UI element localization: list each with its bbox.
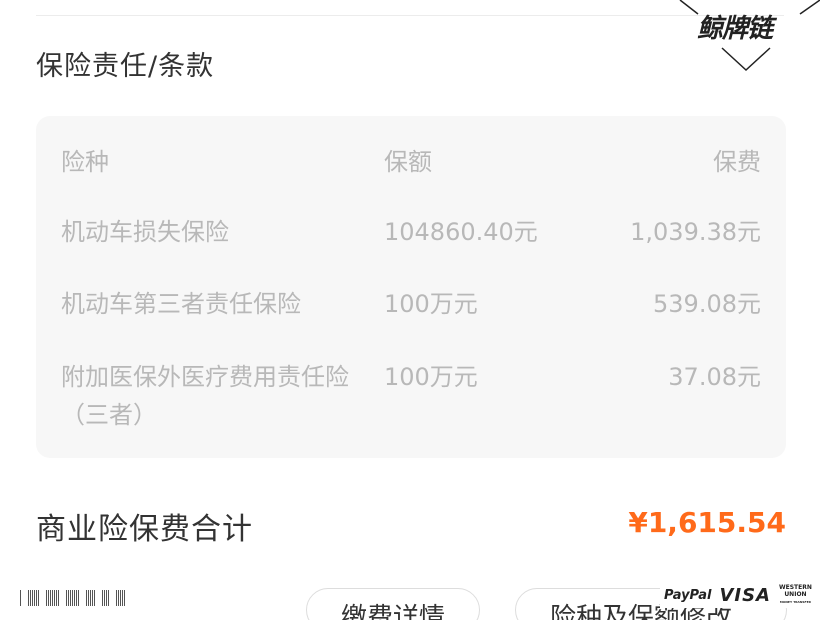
insured-amount: 100万元 [384, 363, 478, 391]
western-union-logo: WESTERN UNION MONEY TRANSFER [779, 584, 812, 606]
insured-amount: 100万元 [384, 290, 478, 318]
bottom-action-bar: 缴费详情 险种及保额修改 PayPal VISA WESTERN UNION M… [0, 576, 820, 620]
coverage-type: 机动车第三者责任保险 [61, 290, 301, 318]
coverage-card: 险种 保额 保费 机动车损失保险 104860.40元 1,039.38元 机动… [36, 116, 786, 458]
barcode-icon [20, 590, 125, 606]
section-title: 保险责任/条款 [36, 51, 215, 82]
wu-line-3: MONEY TRANSFER [779, 600, 811, 604]
header-coverage-type: 险种 [61, 148, 109, 176]
top-divider [36, 15, 784, 16]
visa-logo: VISA [719, 584, 771, 606]
coverage-type: 附加医保外医疗费用责任险（三者） [61, 363, 349, 429]
premium: 539.08元 [653, 290, 761, 318]
premium: 37.08元 [668, 363, 761, 391]
coverage-type: 机动车损失保险 [61, 218, 229, 246]
watermark: 鲸牌链 [676, 0, 820, 76]
insured-amount: 104860.40元 [384, 218, 538, 246]
total-premium-label: 商业险保费合计 [36, 512, 253, 547]
wu-line-1: WESTERN [779, 584, 812, 591]
wu-line-2: UNION [784, 591, 807, 598]
paypal-logo: PayPal [664, 587, 712, 603]
premium: 1,039.38元 [630, 218, 761, 246]
header-insured-amount: 保额 [384, 148, 432, 176]
payment-logos: PayPal VISA WESTERN UNION MONEY TRANSFER [660, 582, 820, 608]
total-premium-amount: ¥1,615.54 [628, 506, 786, 539]
payment-details-button[interactable]: 缴费详情 [306, 588, 480, 620]
watermark-text: 鲸牌链 [697, 14, 773, 44]
header-premium: 保费 [713, 148, 761, 176]
